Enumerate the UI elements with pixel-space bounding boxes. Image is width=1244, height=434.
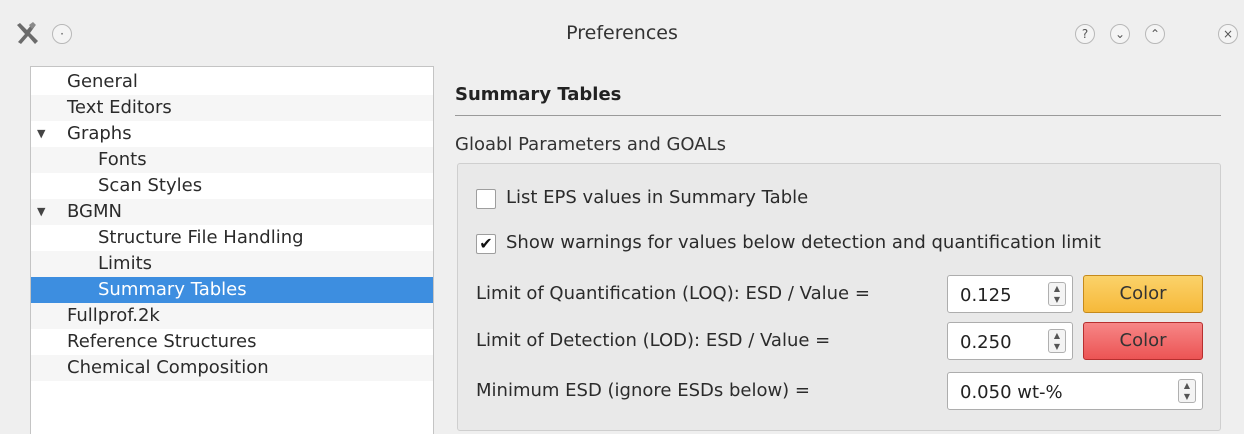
min-esd-stepper[interactable]: ▲ ▼: [1178, 379, 1196, 403]
spin-up-icon[interactable]: ▲: [1049, 330, 1065, 341]
global-parameters-group: List EPS values in Summary Table ✔ Show …: [457, 163, 1221, 431]
tree-item-chemical-composition[interactable]: Chemical Composition: [31, 355, 433, 381]
maximize-icon[interactable]: ⌃: [1145, 24, 1165, 44]
lod-color-button[interactable]: Color: [1083, 322, 1203, 360]
summary-tables-panel: Summary Tables Gloabl Parameters and GOA…: [436, 62, 1244, 434]
loq-color-button[interactable]: Color: [1083, 275, 1203, 313]
tree-item-fullprof[interactable]: Fullprof.2k: [31, 303, 433, 329]
minimize-icon[interactable]: ⌄: [1110, 24, 1130, 44]
spin-down-icon[interactable]: ▼: [1049, 341, 1065, 352]
spin-up-icon[interactable]: ▲: [1049, 283, 1065, 294]
lod-value: 0.250: [960, 332, 1012, 353]
tree-item-label: General: [67, 71, 138, 92]
close-icon[interactable]: ×: [1218, 24, 1238, 44]
tree-item-label: Limits: [98, 253, 152, 274]
tree-item-label: Fullprof.2k: [67, 305, 160, 326]
lod-label: Limit of Detection (LOD): ESD / Value =: [476, 330, 831, 351]
title-bar: · Preferences ? ⌄ ⌃ ×: [0, 0, 1244, 62]
list-eps-checkbox[interactable]: [476, 189, 496, 209]
window-title: Preferences: [566, 22, 678, 44]
expand-arrow-icon[interactable]: ▼: [37, 199, 51, 225]
tree-item-summary-tables[interactable]: Summary Tables: [31, 277, 433, 303]
tree-item-limits[interactable]: Limits: [31, 251, 433, 277]
tree-item-graphs[interactable]: ▼ Graphs: [31, 121, 433, 147]
tree-item-label: Text Editors: [67, 97, 172, 118]
show-warnings-label[interactable]: Show warnings for values below detection…: [506, 232, 1101, 253]
help-icon[interactable]: ?: [1075, 24, 1095, 44]
tree-item-general[interactable]: General: [31, 69, 433, 95]
tree-item-label: Reference Structures: [67, 331, 257, 352]
tree-item-text-editors[interactable]: Text Editors: [31, 95, 433, 121]
tree-item-label: Structure File Handling: [98, 227, 304, 248]
tree-item-label: BGMN: [67, 201, 122, 222]
min-esd-value: 0.050 wt-%: [960, 382, 1063, 403]
tree-item-label: Summary Tables: [98, 279, 247, 300]
spin-down-icon[interactable]: ▼: [1179, 391, 1195, 402]
tree-item-bgmn[interactable]: ▼ BGMN: [31, 199, 433, 225]
min-esd-label: Minimum ESD (ignore ESDs below) =: [476, 380, 811, 401]
preferences-tree[interactable]: General Text Editors ▼ Graphs Fonts Scan…: [30, 66, 434, 434]
expand-arrow-icon[interactable]: ▼: [37, 121, 51, 147]
tree-item-label: Fonts: [98, 149, 147, 170]
tree-item-structure-file-handling[interactable]: Structure File Handling: [31, 225, 433, 251]
loq-label: Limit of Quantification (LOQ): ESD / Val…: [476, 283, 870, 304]
tree-item-label: Scan Styles: [98, 175, 203, 196]
section-title: Summary Tables: [455, 84, 622, 105]
min-esd-spinbox[interactable]: 0.050 wt-% ▲ ▼: [947, 372, 1203, 410]
section-divider: [455, 115, 1221, 116]
tree-item-scan-styles[interactable]: Scan Styles: [31, 173, 433, 199]
loq-spinbox[interactable]: 0.125 ▲ ▼: [947, 275, 1073, 313]
loq-value: 0.125: [960, 285, 1012, 306]
loq-stepper[interactable]: ▲ ▼: [1048, 282, 1066, 306]
show-warnings-checkbox[interactable]: ✔: [476, 234, 496, 254]
group-title: Gloabl Parameters and GOALs: [455, 134, 726, 155]
tree-item-label: Graphs: [67, 123, 132, 144]
list-eps-label[interactable]: List EPS values in Summary Table: [506, 187, 808, 208]
spin-up-icon[interactable]: ▲: [1179, 380, 1195, 391]
tree-item-fonts[interactable]: Fonts: [31, 147, 433, 173]
lod-spinbox[interactable]: 0.250 ▲ ▼: [947, 322, 1073, 360]
tree-item-reference-structures[interactable]: Reference Structures: [31, 329, 433, 355]
tree-item-label: Chemical Composition: [67, 357, 269, 378]
lod-stepper[interactable]: ▲ ▼: [1048, 329, 1066, 353]
spin-down-icon[interactable]: ▼: [1049, 294, 1065, 305]
